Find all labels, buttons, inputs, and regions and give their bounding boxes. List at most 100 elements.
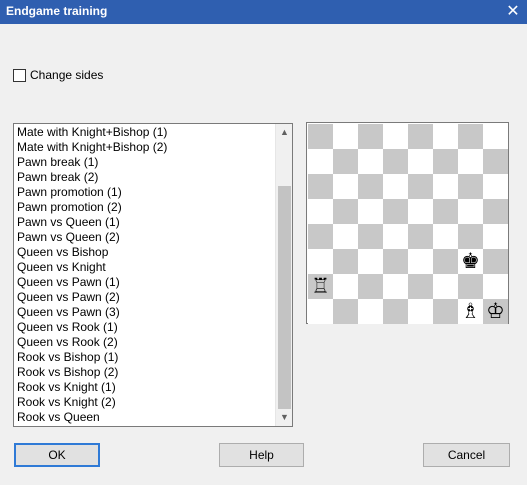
white-king-icon: ♔ <box>486 299 505 323</box>
white-rook-icon: ♖ <box>311 274 330 298</box>
square-h2 <box>483 274 508 299</box>
list-item[interactable]: Queen vs Rook (2) <box>14 335 275 350</box>
window-title: Endgame training <box>6 4 108 18</box>
square-a6 <box>308 174 333 199</box>
list-item[interactable]: Mate with Knight+Bishop (1) <box>14 125 275 140</box>
square-g3: ♚ <box>458 249 483 274</box>
square-c2 <box>358 274 383 299</box>
square-c5 <box>358 199 383 224</box>
square-h7 <box>483 149 508 174</box>
square-d1 <box>383 299 408 324</box>
list-item[interactable]: Rook vs Bishop (2) <box>14 365 275 380</box>
chevron-up-icon[interactable]: ▲ <box>276 124 292 141</box>
square-b1 <box>333 299 358 324</box>
square-g6 <box>458 174 483 199</box>
square-c3 <box>358 249 383 274</box>
square-f1 <box>433 299 458 324</box>
square-e6 <box>408 174 433 199</box>
square-c7 <box>358 149 383 174</box>
square-d5 <box>383 199 408 224</box>
square-h4 <box>483 224 508 249</box>
square-h5 <box>483 199 508 224</box>
square-e1 <box>408 299 433 324</box>
square-a7 <box>308 149 333 174</box>
change-sides-row[interactable]: Change sides <box>13 67 103 83</box>
square-b2 <box>333 274 358 299</box>
square-a5 <box>308 199 333 224</box>
square-g2 <box>458 274 483 299</box>
square-c6 <box>358 174 383 199</box>
square-a3 <box>308 249 333 274</box>
chevron-down-icon[interactable]: ▼ <box>276 409 292 426</box>
square-c8 <box>358 124 383 149</box>
square-f3 <box>433 249 458 274</box>
list-item[interactable]: Rook vs Bishop (1) <box>14 350 275 365</box>
square-d3 <box>383 249 408 274</box>
white-bishop-icon: ♗ <box>461 299 480 323</box>
square-c4 <box>358 224 383 249</box>
square-h8 <box>483 124 508 149</box>
square-f8 <box>433 124 458 149</box>
square-e7 <box>408 149 433 174</box>
square-f4 <box>433 224 458 249</box>
list-item[interactable]: Rook vs Queen <box>14 410 275 425</box>
square-b6 <box>333 174 358 199</box>
square-f5 <box>433 199 458 224</box>
chessboard: ♚ ♖ ♗ ♔ <box>308 124 508 324</box>
square-a1 <box>308 299 333 324</box>
square-f6 <box>433 174 458 199</box>
list-item[interactable]: Queen vs Bishop <box>14 245 275 260</box>
chessboard-preview: ♚ ♖ ♗ ♔ <box>306 122 509 324</box>
list-item[interactable]: Queen vs Pawn (2) <box>14 290 275 305</box>
scroll-thumb[interactable] <box>278 186 291 409</box>
square-b3 <box>333 249 358 274</box>
square-a8 <box>308 124 333 149</box>
list-item[interactable]: Pawn vs Queen (1) <box>14 215 275 230</box>
square-g5 <box>458 199 483 224</box>
list-item[interactable]: Pawn vs Queen (2) <box>14 230 275 245</box>
square-b8 <box>333 124 358 149</box>
square-h1: ♔ <box>483 299 508 324</box>
square-d8 <box>383 124 408 149</box>
square-d7 <box>383 149 408 174</box>
close-icon[interactable]: ✕ <box>499 0 527 24</box>
square-e5 <box>408 199 433 224</box>
square-b5 <box>333 199 358 224</box>
list-item[interactable]: Queen vs Pawn (1) <box>14 275 275 290</box>
list-item[interactable]: Queen vs Knight <box>14 260 275 275</box>
list-scrollbar[interactable]: ▲ ▼ <box>275 124 292 426</box>
list-item[interactable]: Rook vs Knight (2) <box>14 395 275 410</box>
list-item[interactable]: Pawn promotion (1) <box>14 185 275 200</box>
square-d6 <box>383 174 408 199</box>
list-item[interactable]: Mate with Knight+Bishop (2) <box>14 140 275 155</box>
square-a2: ♖ <box>308 274 333 299</box>
ok-button[interactable]: OK <box>14 443 100 467</box>
square-g8 <box>458 124 483 149</box>
list-item[interactable]: Pawn break (1) <box>14 155 275 170</box>
square-h3 <box>483 249 508 274</box>
list-item[interactable]: Rook vs Knight (1) <box>14 380 275 395</box>
cancel-button[interactable]: Cancel <box>423 443 510 467</box>
help-button[interactable]: Help <box>219 443 304 467</box>
square-d4 <box>383 224 408 249</box>
square-g4 <box>458 224 483 249</box>
square-h6 <box>483 174 508 199</box>
list-item[interactable]: Queen vs Pawn (3) <box>14 305 275 320</box>
list-item[interactable]: Queen vs Rook (1) <box>14 320 275 335</box>
square-f7 <box>433 149 458 174</box>
square-e8 <box>408 124 433 149</box>
square-g1: ♗ <box>458 299 483 324</box>
square-e2 <box>408 274 433 299</box>
list-item[interactable]: Pawn break (2) <box>14 170 275 185</box>
exercise-listbox[interactable]: Mate with Knight+Bishop (1) Mate with Kni… <box>13 123 293 427</box>
exercise-list[interactable]: Mate with Knight+Bishop (1) Mate with Kni… <box>14 124 275 426</box>
square-a4 <box>308 224 333 249</box>
black-king-icon: ♚ <box>461 249 480 273</box>
square-d2 <box>383 274 408 299</box>
square-e4 <box>408 224 433 249</box>
square-c1 <box>358 299 383 324</box>
list-item[interactable]: Pawn promotion (2) <box>14 200 275 215</box>
change-sides-checkbox[interactable] <box>13 68 26 82</box>
change-sides-label[interactable]: Change sides <box>30 68 103 82</box>
square-b4 <box>333 224 358 249</box>
